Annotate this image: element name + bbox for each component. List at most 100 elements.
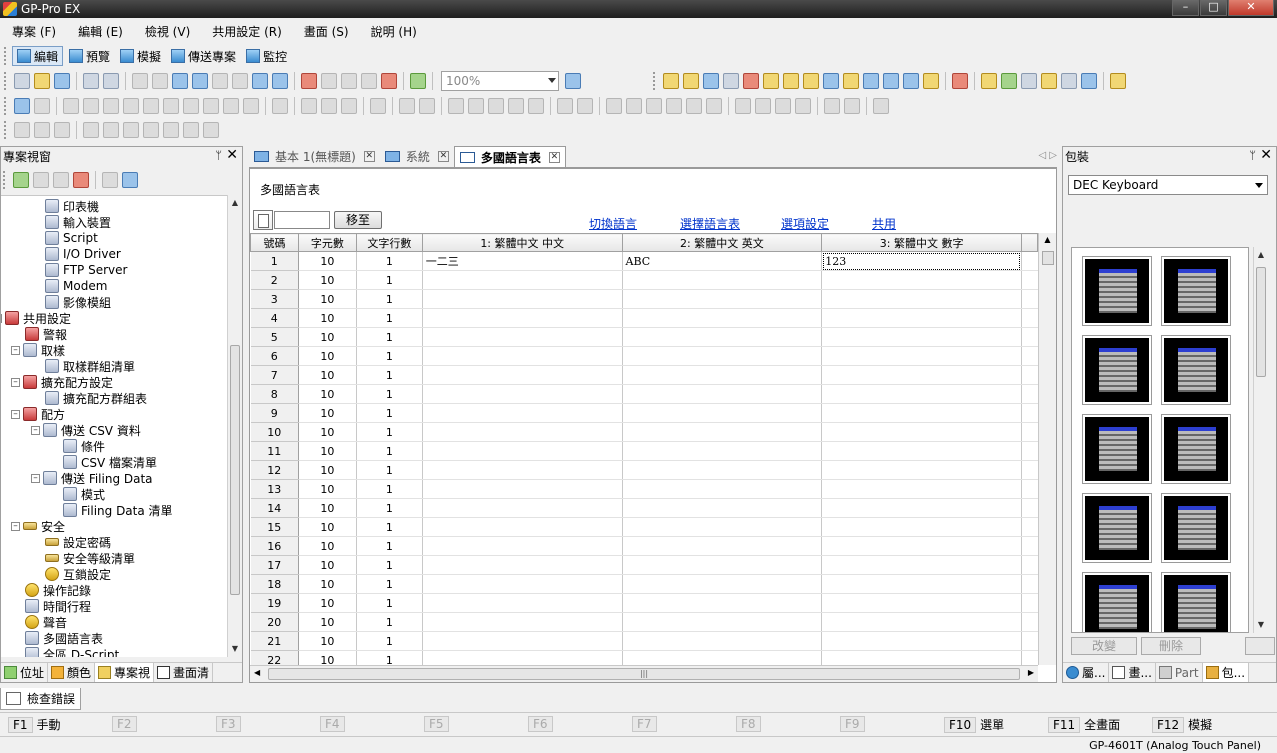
- tab-scroll-arrows[interactable]: ◁ ▷: [1038, 150, 1057, 161]
- touch-tool-icon[interactable]: [824, 98, 840, 114]
- window-list-icon[interactable]: [122, 172, 138, 188]
- copy-icon[interactable]: [321, 73, 337, 89]
- call-window-icon[interactable]: [755, 98, 771, 114]
- bar-graph-tool-icon[interactable]: [448, 98, 464, 114]
- tree-item[interactable]: 印表機: [45, 198, 99, 214]
- lang-1-cell[interactable]: [422, 612, 623, 632]
- tree-item[interactable]: 模式: [63, 486, 105, 502]
- line-count-cell[interactable]: 1: [356, 289, 423, 309]
- select-language-table-link[interactable]: 選擇語言表: [680, 215, 740, 232]
- tree-item[interactable]: 影像模組: [45, 294, 111, 310]
- line-count-cell[interactable]: 1: [356, 441, 423, 461]
- lang-3-cell[interactable]: [821, 327, 1022, 347]
- call-screen-icon[interactable]: [735, 98, 751, 114]
- language-tool-icon[interactable]: [863, 73, 879, 89]
- grid-horizontal-scrollbar[interactable]: ◀ ||| ▶: [250, 665, 1038, 682]
- lang-2-cell[interactable]: [622, 612, 823, 632]
- lang-1-cell[interactable]: [422, 270, 623, 290]
- security-tool-icon[interactable]: [763, 73, 779, 89]
- fill-tool-icon[interactable]: [223, 98, 239, 114]
- tree-item[interactable]: – 安全: [11, 518, 65, 534]
- col-header-char-count[interactable]: 字元數: [297, 233, 357, 252]
- function-key-f10[interactable]: F10 選單: [944, 716, 1004, 733]
- char-count-cell[interactable]: 10: [298, 650, 357, 665]
- table-row[interactable]: 15 10 1: [250, 517, 1038, 537]
- tree-item[interactable]: – 配方: [11, 406, 65, 422]
- polygon-tool-icon[interactable]: [143, 98, 159, 114]
- print-preview-icon[interactable]: [103, 73, 119, 89]
- menu-screen[interactable]: 畫面 (S): [292, 23, 359, 40]
- branch-icon[interactable]: [183, 122, 199, 138]
- message-tool-icon[interactable]: [370, 98, 386, 114]
- cut-icon[interactable]: [301, 73, 317, 89]
- menu-common-settings[interactable]: 共用設定 (R): [200, 23, 292, 40]
- slider-tool-icon[interactable]: [646, 98, 662, 114]
- char-count-cell[interactable]: 10: [298, 365, 357, 385]
- lang-3-cell[interactable]: 123: [821, 251, 1022, 271]
- lang-2-cell[interactable]: [622, 289, 823, 309]
- lang-2-cell[interactable]: [622, 517, 823, 537]
- instruction-icon[interactable]: [54, 122, 70, 138]
- lang-1-cell[interactable]: [422, 631, 623, 651]
- data-display-tool-icon[interactable]: [341, 98, 357, 114]
- char-count-cell[interactable]: 10: [298, 631, 357, 651]
- minimize-button[interactable]: –: [1172, 0, 1199, 16]
- tab-base-screen[interactable]: 基本 1(無標題) ✕: [249, 146, 380, 167]
- dollar-tool-icon[interactable]: [844, 98, 860, 114]
- scroll-thumb[interactable]: [230, 345, 240, 595]
- toolbar-grip[interactable]: [4, 47, 8, 65]
- lang-1-cell[interactable]: 一二三: [422, 251, 623, 271]
- table-row[interactable]: 14 10 1: [250, 498, 1038, 518]
- global-script-tool-icon[interactable]: [903, 73, 919, 89]
- zoom-fit-icon[interactable]: [565, 73, 581, 89]
- scroll-up-icon[interactable]: ▲: [1039, 235, 1056, 244]
- lang-2-cell[interactable]: [622, 308, 823, 328]
- delete-button[interactable]: 刪除: [1141, 637, 1201, 655]
- trend-tool-icon[interactable]: [419, 98, 435, 114]
- col-header-lang-1[interactable]: 1: 繁體中文 中文: [421, 233, 623, 252]
- tab-system[interactable]: 系統 ✕: [380, 146, 454, 167]
- scroll-thumb[interactable]: [1042, 251, 1054, 265]
- char-count-cell[interactable]: 10: [298, 479, 357, 499]
- print-icon[interactable]: [83, 73, 99, 89]
- lang-1-cell[interactable]: [422, 346, 623, 366]
- keyboard-thumbnail[interactable]: [1161, 493, 1231, 563]
- open-folder-icon[interactable]: [34, 73, 50, 89]
- lang-3-cell[interactable]: [821, 365, 1022, 385]
- char-count-cell[interactable]: 10: [298, 612, 357, 632]
- line-graph-tool-icon[interactable]: [468, 98, 484, 114]
- rung-icon[interactable]: [14, 122, 30, 138]
- char-count-cell[interactable]: 10: [298, 308, 357, 328]
- lang-3-cell[interactable]: [821, 270, 1022, 290]
- toolbar-grip[interactable]: [4, 121, 8, 139]
- line-count-cell[interactable]: 1: [356, 574, 423, 594]
- char-count-cell[interactable]: 10: [298, 460, 357, 480]
- tree-item[interactable]: Filing Data 清單: [63, 502, 173, 518]
- switch-tool-icon[interactable]: [301, 98, 317, 114]
- tree-item[interactable]: Modem: [45, 278, 107, 294]
- tab-address[interactable]: 位址: [1, 663, 49, 682]
- collapse-toggle-icon[interactable]: –: [11, 409, 20, 419]
- contact-a-icon[interactable]: [83, 122, 99, 138]
- line-count-cell[interactable]: 1: [356, 593, 423, 613]
- contact-b-icon[interactable]: [103, 122, 119, 138]
- line-tool-icon[interactable]: [83, 98, 99, 114]
- line-count-cell[interactable]: 1: [356, 631, 423, 651]
- line-count-cell[interactable]: 1: [356, 479, 423, 499]
- line-count-cell[interactable]: 1: [356, 460, 423, 480]
- lang-3-cell[interactable]: [821, 308, 1022, 328]
- switch-language-link[interactable]: 切換語言: [589, 215, 637, 232]
- error-check-icon[interactable]: [410, 73, 426, 89]
- falling-edge-icon[interactable]: [163, 122, 179, 138]
- lang-2-cell[interactable]: [622, 327, 823, 347]
- collapse-toggle-icon[interactable]: –: [31, 473, 40, 483]
- tree-item[interactable]: 輸入裝置: [45, 214, 111, 230]
- toolbar-grip[interactable]: [3, 171, 7, 189]
- script-tool-icon[interactable]: [883, 73, 899, 89]
- lang-1-cell[interactable]: [422, 384, 623, 404]
- line-count-cell[interactable]: 1: [356, 308, 423, 328]
- lang-1-cell[interactable]: [422, 403, 623, 423]
- mode-preview-button[interactable]: 預覽: [65, 46, 114, 66]
- lang-2-cell[interactable]: [622, 422, 823, 442]
- open-screen-icon[interactable]: [192, 73, 208, 89]
